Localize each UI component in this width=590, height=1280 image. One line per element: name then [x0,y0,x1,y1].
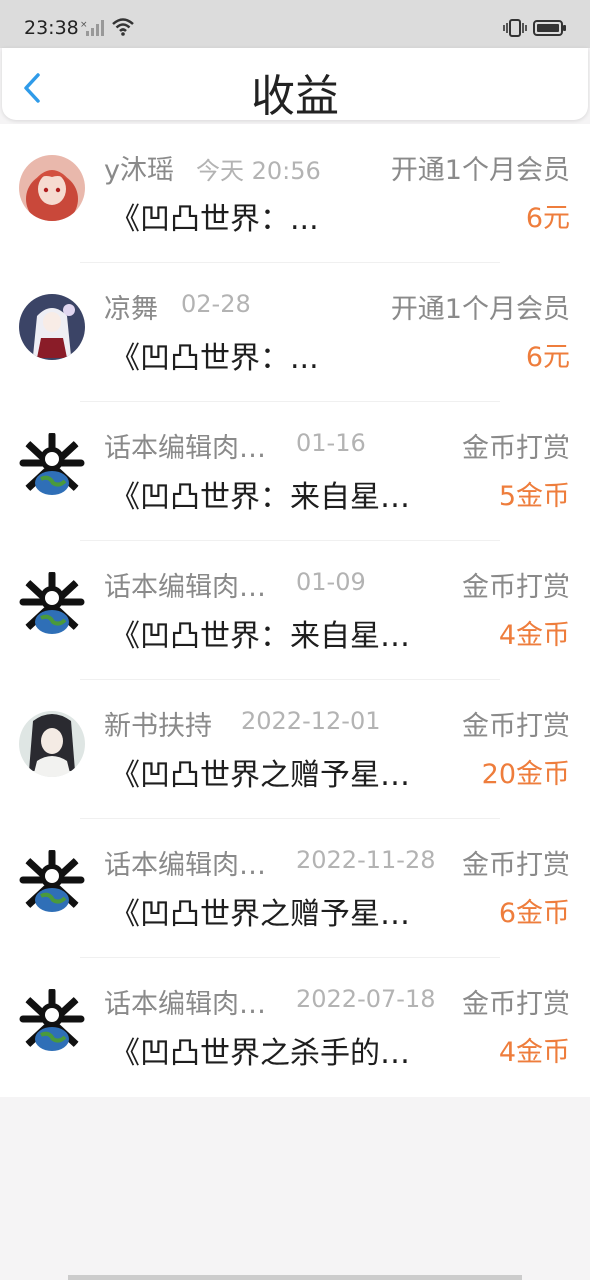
list-item[interactable]: 话本编辑肉… 01-09 金币打赏 《凹凸世界：来自星… 4金币 [0,541,590,680]
page-title: 收益 [251,71,339,122]
supporter-name: 话本编辑肉… [104,433,266,464]
supporter-name: 话本编辑肉… [104,850,266,881]
earning-date: 01-09 [296,568,366,596]
book-title: 《凹凸世界之赠予星… [110,758,410,793]
earning-type: 金币打赏 [462,850,570,881]
earning-type: 金币打赏 [462,711,570,742]
earning-type: 金币打赏 [462,572,570,603]
book-title: 《凹凸世界之杀手的… [110,1036,410,1071]
earning-type: 开通1个月会员 [390,294,570,325]
book-title: 《凹凸世界：来自星… [110,480,410,515]
earning-amount: 4金币 [498,1037,570,1068]
earning-type: 金币打赏 [462,989,570,1020]
header-bar: 收益 [2,48,588,122]
list-item[interactable]: 凉舞 02-28 开通1个月会员 《凹凸世界：... 6元 [0,263,590,402]
avatar[interactable] [19,989,85,1055]
book-title: 《凹凸世界：... [110,202,319,237]
list-item[interactable]: 新书扶持 2022-12-01 金币打赏 《凹凸世界之赠予星… 20金币 [0,680,590,819]
wifi-icon [111,17,135,41]
earning-amount: 4金币 [498,620,570,651]
supporter-name: 新书扶持 [104,711,212,742]
avatar[interactable] [19,433,85,499]
earning-date: 01-16 [296,429,366,457]
supporter-name: y沐瑶 [104,155,174,186]
earning-date: 2022-11-28 [296,846,436,874]
vibrate-icon [503,19,527,41]
list-item[interactable]: 话本编辑肉… 2022-11-28 金币打赏 《凹凸世界之赠予星… 6金币 [0,819,590,958]
supporter-name: 凉舞 [104,294,158,325]
avatar[interactable] [19,711,85,777]
battery-icon [533,20,567,40]
avatar[interactable] [19,155,85,221]
avatar[interactable] [19,572,85,638]
list-item[interactable]: 话本编辑肉… 01-16 金币打赏 《凹凸世界：来自星… 5金币 [0,402,590,541]
earning-type: 金币打赏 [462,433,570,464]
earning-date: 02-28 [181,290,251,318]
list-item[interactable]: 话本编辑肉… 2022-07-18 金币打赏 《凹凸世界之杀手的… 4金币 [0,958,590,1097]
earning-date: 2022-07-18 [296,985,436,1013]
status-time: 23:38 [24,17,79,39]
earning-amount: 5金币 [498,481,570,512]
gesture-bar[interactable] [68,1275,522,1280]
earning-amount: 6金币 [498,898,570,929]
earning-date: 今天 20:56 [196,157,321,185]
svg-text:×: × [80,20,88,30]
supporter-name: 话本编辑肉… [104,989,266,1020]
earning-date: 2022-12-01 [241,707,381,735]
earning-amount: 20金币 [481,759,570,790]
earning-amount: 6元 [525,342,570,373]
book-title: 《凹凸世界：... [110,341,319,376]
avatar[interactable] [19,850,85,916]
status-bar: 23:38 × [0,0,590,48]
list-item[interactable]: y沐瑶 今天 20:56 开通1个月会员 《凹凸世界：... 6元 [0,124,590,263]
signal-icon: × [80,19,106,41]
book-title: 《凹凸世界之赠予星… [110,897,410,932]
book-title: 《凹凸世界：来自星… [110,619,410,654]
earning-amount: 6元 [525,203,570,234]
avatar[interactable] [19,294,85,360]
supporter-name: 话本编辑肉… [104,572,266,603]
earning-type: 开通1个月会员 [390,155,570,186]
earnings-list: y沐瑶 今天 20:56 开通1个月会员 《凹凸世界：... 6元 凉舞 02-… [0,124,590,1097]
